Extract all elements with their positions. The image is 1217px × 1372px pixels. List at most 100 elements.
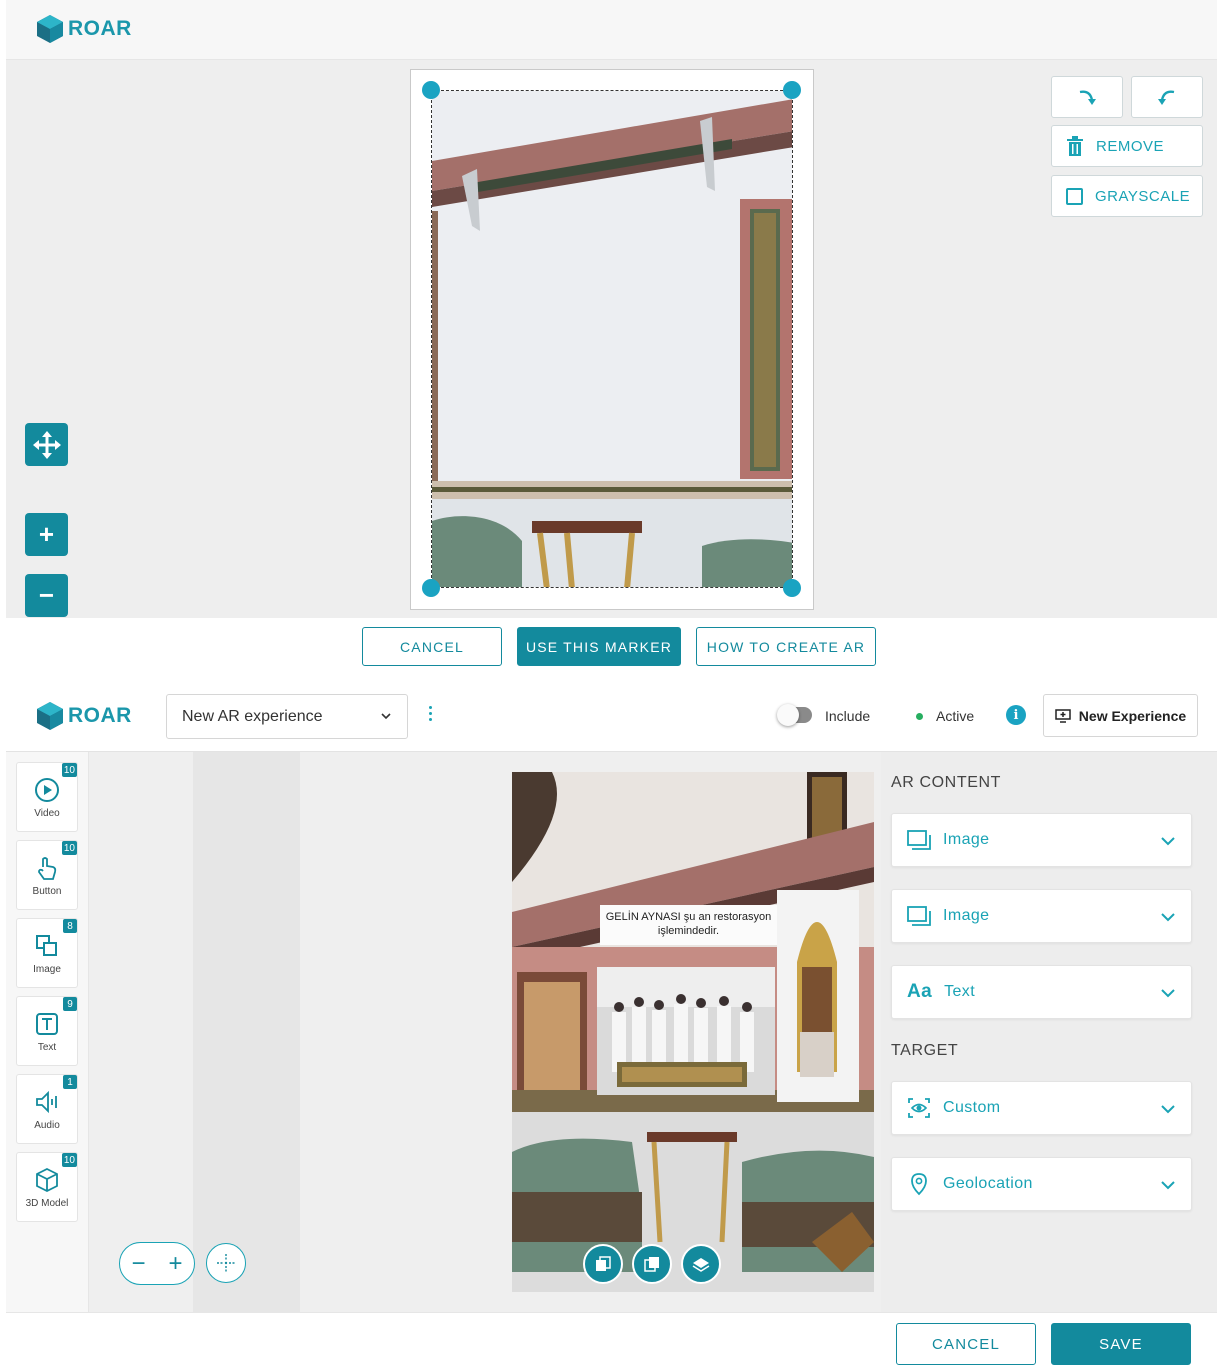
chevron-down-icon — [1161, 989, 1175, 998]
crop-handle-top-right[interactable] — [783, 81, 801, 99]
scene-thumbnail-strip — [193, 752, 300, 1312]
scene-bring-front-button[interactable] — [583, 1244, 623, 1284]
layers-stack-icon — [692, 1258, 710, 1272]
more-options-icon[interactable] — [429, 706, 432, 721]
marker-canvas — [410, 69, 814, 610]
cube-icon — [36, 1167, 58, 1193]
recenter-button[interactable] — [206, 1243, 246, 1283]
roar-hex-icon — [37, 702, 63, 730]
crop-handle-bottom-left[interactable] — [422, 579, 440, 597]
grayscale-label: GRAYSCALE — [1095, 187, 1191, 205]
rotate-left-icon — [1158, 90, 1175, 105]
widget-count-badge: 10 — [61, 841, 77, 855]
eye-scan-icon — [908, 1098, 930, 1118]
text-aa-icon: Aa — [907, 981, 933, 1002]
text-box-icon — [36, 1013, 58, 1035]
scene-background — [512, 772, 874, 1292]
roar-logo[interactable]: ROAR — [36, 701, 132, 731]
ar-content-title: AR CONTENT — [891, 774, 1001, 791]
widget-audio[interactable]: Audio 1 — [16, 1074, 78, 1144]
widget-video[interactable]: Video 10 — [16, 762, 78, 832]
trash-icon — [1067, 136, 1083, 156]
grayscale-checkbox-icon — [1066, 187, 1083, 205]
location-pin-icon — [911, 1173, 927, 1196]
crosshair-icon — [217, 1254, 235, 1272]
experience-editor-footer: CANCEL SAVE — [6, 1312, 1217, 1372]
marker-photo-drawing — [432, 91, 792, 587]
widget-3d-model[interactable]: 3D Model 10 — [16, 1152, 78, 1222]
move-arrows-icon — [32, 430, 61, 459]
crop-handle-top-left[interactable] — [422, 81, 440, 99]
widget-label: Image — [33, 964, 61, 975]
grayscale-button[interactable]: GRAYSCALE — [1051, 175, 1203, 217]
roar-wordmark: ROAR — [68, 704, 132, 727]
zoom-out-button[interactable]: − — [131, 1250, 145, 1278]
ar-content-item-text[interactable]: Aa Text — [891, 965, 1192, 1019]
ar-content-label: Image — [943, 907, 990, 924]
save-button[interactable]: SAVE — [1051, 1323, 1191, 1365]
scene-layers-button[interactable] — [681, 1244, 721, 1284]
include-toggle[interactable] — [777, 704, 812, 726]
zoom-controls: − + — [119, 1242, 195, 1285]
widget-label: Button — [32, 886, 62, 897]
widget-text[interactable]: Text 9 — [16, 996, 78, 1066]
info-icon[interactable]: i — [1006, 705, 1026, 725]
target-item-geolocation[interactable]: Geolocation — [891, 1157, 1192, 1211]
roar-logo[interactable]: ROAR — [36, 14, 132, 44]
image-icon — [907, 906, 931, 926]
widget-button[interactable]: Button 10 — [16, 840, 78, 910]
cancel-button[interactable]: CANCEL — [896, 1323, 1036, 1365]
ar-content-label: Image — [943, 831, 990, 848]
widget-count-badge: 9 — [63, 997, 77, 1011]
chevron-down-icon — [381, 713, 391, 720]
widget-count-badge: 10 — [61, 1153, 77, 1167]
ar-content-label: Text — [944, 983, 976, 1000]
scene-text-caption[interactable]: GELİN AYNASI şu an restorasyon işleminde… — [600, 905, 777, 945]
cancel-button[interactable]: CANCEL — [362, 627, 502, 666]
speaker-icon — [36, 1090, 57, 1114]
roar-wordmark: ROAR — [68, 17, 132, 40]
add-screen-icon — [1055, 708, 1071, 723]
chevron-down-icon — [1161, 913, 1175, 922]
remove-button[interactable]: REMOVE — [1051, 125, 1203, 167]
experience-editor-header: ROAR New AR experience Include Active i … — [6, 684, 1217, 752]
widget-count-badge: 8 — [63, 919, 77, 933]
use-this-marker-button[interactable]: USE THIS MARKER — [517, 627, 681, 666]
layer-back-icon — [644, 1257, 659, 1272]
rotate-left-button[interactable] — [1131, 76, 1203, 118]
zoom-in-button[interactable]: + — [25, 513, 68, 556]
tap-hand-icon — [38, 857, 57, 880]
roar-hex-icon — [37, 15, 63, 43]
new-experience-label: New Experience — [1078, 707, 1187, 724]
active-label: Active — [936, 708, 975, 724]
widget-image[interactable]: Image 8 — [16, 918, 78, 988]
play-circle-icon — [35, 778, 59, 802]
rotate-right-button[interactable] — [1051, 76, 1123, 118]
zoom-out-button[interactable]: − — [25, 574, 68, 617]
marker-image[interactable] — [431, 90, 793, 588]
ar-content-item-image-2[interactable]: Image — [891, 889, 1192, 943]
experience-select[interactable]: New AR experience — [166, 694, 408, 739]
widget-count-badge: 10 — [61, 763, 77, 777]
scene-send-back-button[interactable] — [632, 1244, 672, 1284]
crop-handle-bottom-right[interactable] — [783, 579, 801, 597]
image-icon — [907, 830, 931, 850]
widget-label: Audio — [34, 1120, 60, 1131]
new-experience-button[interactable]: New Experience — [1043, 694, 1198, 737]
active-status-dot — [916, 713, 923, 720]
move-button[interactable] — [25, 423, 68, 466]
zoom-in-button[interactable]: + — [168, 1250, 182, 1278]
ar-scene-preview[interactable]: GELİN AYNASI şu an restorasyon işleminde… — [512, 772, 874, 1292]
marker-editor: ROAR REMOVE GRAYSCALE + − CANCEL USE THI… — [6, 0, 1217, 678]
ar-content-item-image-1[interactable]: Image — [891, 813, 1192, 867]
include-label: Include — [825, 708, 871, 724]
widget-panel: Video 10 Button 10 Image 8 Text 9 Audio … — [6, 752, 89, 1312]
widget-label: Text — [37, 1042, 57, 1053]
target-item-custom[interactable]: Custom — [891, 1081, 1192, 1135]
properties-panel: AR CONTENT Image Image Aa Text TARGET Cu… — [881, 752, 1217, 1312]
experience-editor: ROAR New AR experience Include Active i … — [6, 684, 1217, 1372]
marker-editor-footer: CANCEL USE THIS MARKER HOW TO CREATE AR — [6, 618, 1217, 678]
toggle-knob — [777, 704, 799, 726]
how-to-create-ar-button[interactable]: HOW TO CREATE AR — [696, 627, 876, 666]
widget-count-badge: 1 — [63, 1075, 77, 1089]
